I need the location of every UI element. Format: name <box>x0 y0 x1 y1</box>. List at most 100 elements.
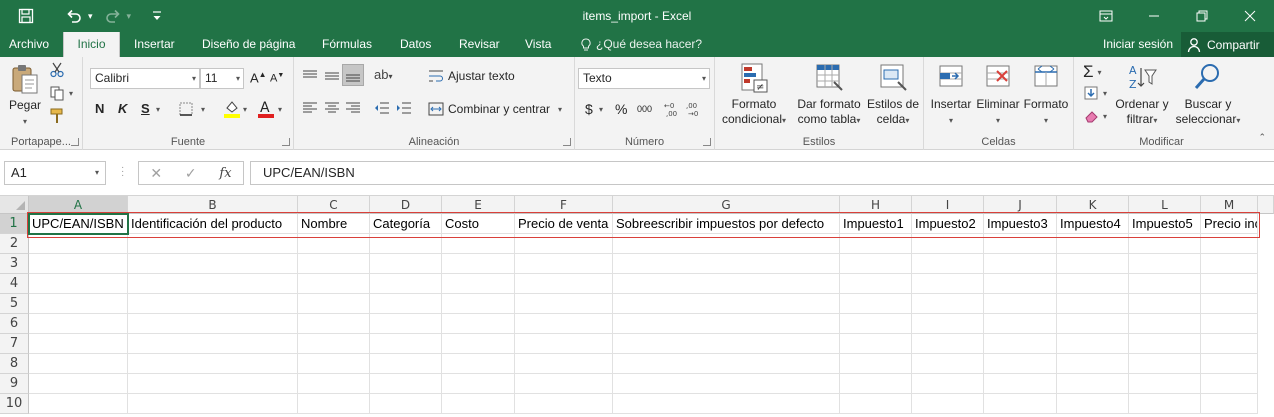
cell[interactable] <box>128 374 298 394</box>
alignment-launcher-icon[interactable] <box>563 138 571 146</box>
cell[interactable] <box>840 334 912 354</box>
cell[interactable] <box>840 234 912 254</box>
cell[interactable] <box>128 254 298 274</box>
cell[interactable] <box>1129 374 1201 394</box>
cell[interactable] <box>1057 254 1129 274</box>
cell[interactable] <box>840 254 912 274</box>
cell[interactable] <box>370 314 442 334</box>
decrease-decimal-icon[interactable]: ,00 →0 <box>686 100 704 121</box>
tell-me-box[interactable]: ¿Qué desea hacer? <box>580 32 702 57</box>
column-header[interactable]: D <box>370 196 442 214</box>
column-header[interactable]: I <box>912 196 984 214</box>
header-cell[interactable]: Precio inc <box>1201 214 1258 234</box>
number-format-combo[interactable]: Texto ▾ <box>578 68 710 89</box>
cell[interactable] <box>984 234 1057 254</box>
row-header[interactable]: 8 <box>0 354 29 374</box>
cell[interactable] <box>912 294 984 314</box>
cell[interactable] <box>1057 274 1129 294</box>
cell[interactable] <box>613 354 840 374</box>
font-launcher-icon[interactable] <box>282 138 290 146</box>
header-cell[interactable]: Impuesto5 <box>1129 214 1201 234</box>
cell-styles-button[interactable]: Estilos de celda▾ <box>865 62 921 128</box>
cell[interactable] <box>1057 374 1129 394</box>
close-icon[interactable] <box>1226 0 1274 32</box>
cell[interactable] <box>1201 274 1258 294</box>
cell[interactable] <box>370 294 442 314</box>
collapse-ribbon-icon[interactable]: ⌃ <box>1258 132 1266 143</box>
column-header[interactable]: C <box>298 196 370 214</box>
italic-button[interactable]: K <box>118 101 127 116</box>
tab-inicio[interactable]: Inicio <box>63 32 120 57</box>
cell[interactable] <box>840 314 912 334</box>
cell[interactable] <box>1129 294 1201 314</box>
insert-cells-button[interactable]: Insertar ▾ <box>928 62 974 128</box>
header-cell[interactable]: Impuesto1 <box>840 214 912 234</box>
cell[interactable] <box>984 394 1057 414</box>
cell[interactable] <box>984 374 1057 394</box>
cell[interactable] <box>984 294 1057 314</box>
column-header[interactable]: H <box>840 196 912 214</box>
cell[interactable] <box>1129 274 1201 294</box>
clear-button[interactable]: ▾ <box>1083 108 1107 124</box>
cell[interactable] <box>1057 354 1129 374</box>
tab-datos[interactable]: Datos <box>400 32 431 57</box>
cell[interactable] <box>984 274 1057 294</box>
number-launcher-icon[interactable] <box>703 138 711 146</box>
cell[interactable] <box>298 354 370 374</box>
restore-icon[interactable] <box>1178 0 1226 32</box>
header-cell[interactable]: Impuesto2 <box>912 214 984 234</box>
thousands-separator-button[interactable]: 000 <box>637 104 652 114</box>
cell[interactable] <box>613 294 840 314</box>
cell[interactable] <box>984 314 1057 334</box>
insert-function-icon[interactable]: fx <box>219 166 231 181</box>
select-all-corner[interactable] <box>0 196 29 214</box>
column-header[interactable]: B <box>128 196 298 214</box>
cell[interactable] <box>840 394 912 414</box>
sort-filter-button[interactable]: AZ Ordenar y filtrar▾ <box>1114 62 1170 128</box>
align-left-icon[interactable] <box>302 101 318 118</box>
paste-button[interactable]: Pegar ▾ <box>6 63 44 129</box>
cell[interactable] <box>370 254 442 274</box>
row-header[interactable]: 2 <box>0 234 29 254</box>
cell[interactable] <box>29 234 128 254</box>
formula-input[interactable]: UPC/EAN/ISBN <box>250 161 1274 185</box>
cell[interactable] <box>1129 394 1201 414</box>
align-middle-icon[interactable] <box>324 69 340 86</box>
header-cell[interactable]: Costo <box>442 214 515 234</box>
cell[interactable] <box>840 294 912 314</box>
font-color-dropdown-icon[interactable]: ▾ <box>278 105 282 114</box>
column-header[interactable]: E <box>442 196 515 214</box>
cell[interactable] <box>515 314 613 334</box>
borders-icon[interactable] <box>178 101 194 120</box>
column-header[interactable]: M <box>1201 196 1258 214</box>
cell[interactable] <box>1057 334 1129 354</box>
percent-button[interactable]: % <box>615 101 627 117</box>
cell[interactable] <box>1129 354 1201 374</box>
row-header[interactable]: 9 <box>0 374 29 394</box>
tab-revisar[interactable]: Revisar <box>459 32 500 57</box>
cell[interactable] <box>515 334 613 354</box>
tab-vista[interactable]: Vista <box>525 32 551 57</box>
cell[interactable] <box>298 314 370 334</box>
cell[interactable] <box>442 354 515 374</box>
row-header[interactable]: 4 <box>0 274 29 294</box>
column-header[interactable]: F <box>515 196 613 214</box>
cell[interactable] <box>442 334 515 354</box>
cell[interactable] <box>442 314 515 334</box>
align-center-icon[interactable] <box>324 101 340 118</box>
cell[interactable] <box>613 394 840 414</box>
cell[interactable] <box>912 254 984 274</box>
worksheet-grid[interactable]: A B C D E F G H I J K L M 1 UPC/EAN/ISBN Identificación… <box>0 196 1274 417</box>
formula-bar-resize-handle[interactable]: · · · <box>121 163 124 181</box>
align-bottom-icon[interactable] <box>342 64 364 86</box>
cell[interactable] <box>128 234 298 254</box>
cell[interactable] <box>1201 334 1258 354</box>
cell[interactable] <box>29 294 128 314</box>
header-cell[interactable]: Impuesto3 <box>984 214 1057 234</box>
align-right-icon[interactable] <box>345 101 361 118</box>
row-header[interactable]: 3 <box>0 254 29 274</box>
increase-decimal-icon[interactable]: ←0,00 <box>664 100 682 121</box>
cell[interactable] <box>984 354 1057 374</box>
cell[interactable] <box>442 234 515 254</box>
font-name-combo[interactable]: Calibri ▾ <box>90 68 200 89</box>
